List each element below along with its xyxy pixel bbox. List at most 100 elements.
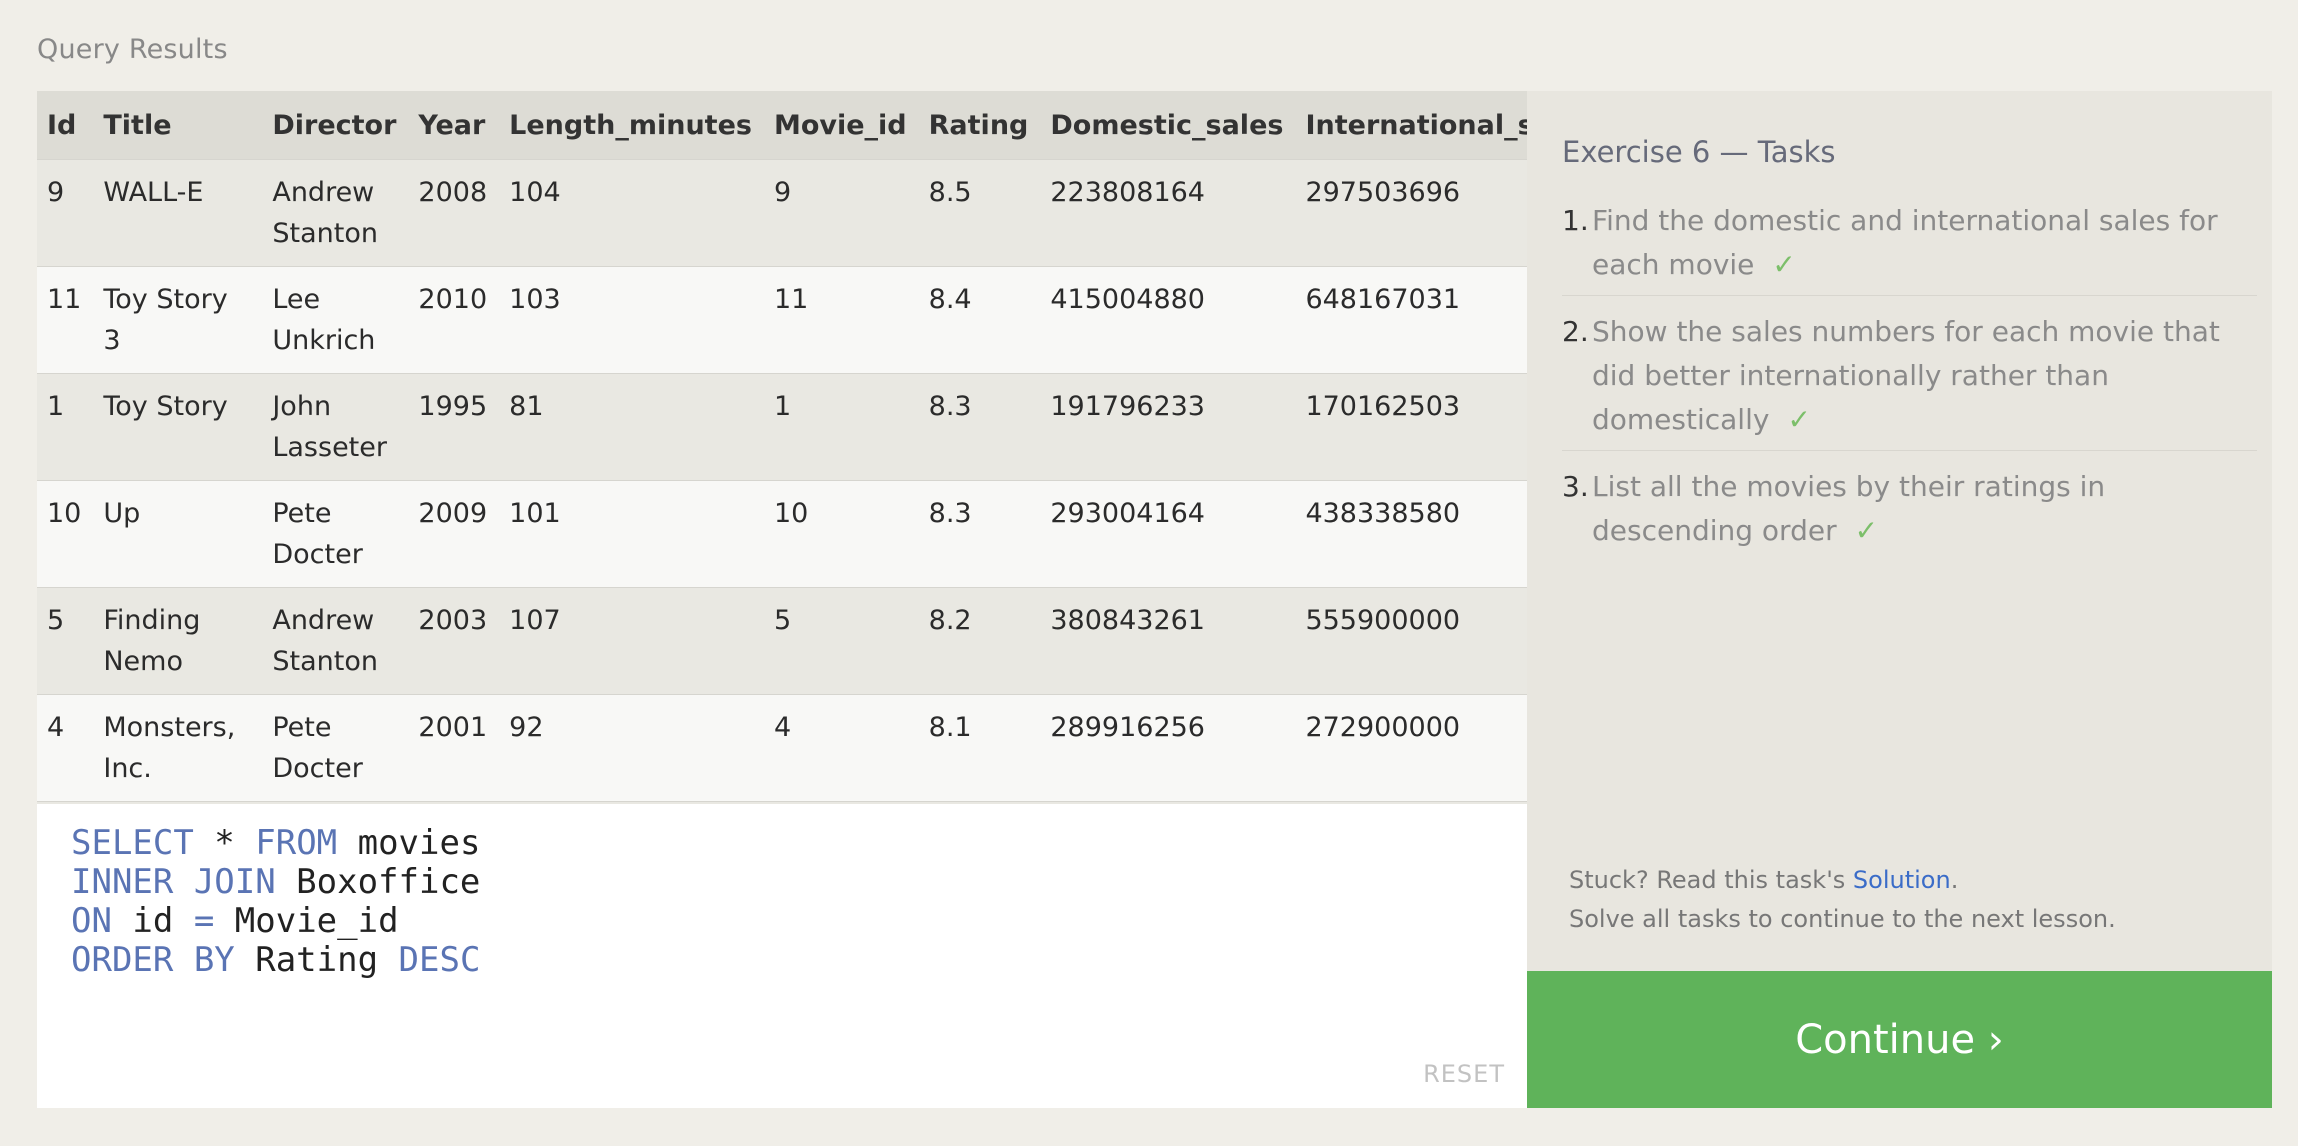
table-row: 9 WALL-E Andrew Stanton 2008 104 9 8.5 22380816… xyxy=(37,159,1527,267)
column-header-length-minutes: Length_minutes xyxy=(499,91,764,160)
task-body: List all the movies by their ratings in … xyxy=(1592,465,2257,553)
cell-domestic-sales: 223808164 xyxy=(1040,159,1296,267)
task-body: Find the domestic and international sale… xyxy=(1592,199,2257,287)
cell-rating: 8.2 xyxy=(918,587,1041,695)
column-header-movie-id: Movie_id xyxy=(763,91,919,160)
task-body: Show the sales numbers for each movie th… xyxy=(1592,310,2257,442)
tasks-panel: Exercise 6 — Tasks 1. Find the domestic a… xyxy=(1527,91,2272,1108)
cell-director: Andrew Stanton xyxy=(262,159,409,267)
code-kw2: FROM xyxy=(255,823,338,863)
cell-length-minutes: 104 xyxy=(499,159,764,267)
column-header-id: Id xyxy=(37,91,94,160)
cell-director: Pete Docter xyxy=(262,480,409,588)
task-number: 3. xyxy=(1562,470,1589,503)
code-kw2: = xyxy=(193,901,215,941)
column-header-domestic-sales: Domestic_sales xyxy=(1040,91,1296,160)
exercise-panel: Id Title Director Year Length_minutes Mo… xyxy=(37,91,2272,1108)
code-kw: ON xyxy=(71,901,112,941)
query-area: Id Title Director Year Length_minutes Mo… xyxy=(37,91,1527,1108)
cell-international-sales: 170162503 xyxy=(1295,373,1527,481)
task-list: 1. Find the domestic and international sa… xyxy=(1562,199,2257,575)
sql-code[interactable]: SELECT * FROM movies INNER JOIN Boxoffice… xyxy=(71,824,480,980)
cell-rating: 8.3 xyxy=(918,373,1041,481)
cell-movie-id: 1 xyxy=(763,373,919,481)
hint-suffix: . xyxy=(1950,866,1959,894)
cell-director: Lee Unkrich xyxy=(262,266,409,374)
task-item: 2. Show the sales numbers for each movie … xyxy=(1562,310,2257,451)
cell-year: 2003 xyxy=(408,587,500,695)
cell-id: 5 xyxy=(37,587,94,695)
cell-international-sales: 297503696 xyxy=(1295,159,1527,267)
results-table-container[interactable]: Id Title Director Year Length_minutes Mo… xyxy=(37,91,1527,804)
cell-id: 11 xyxy=(37,266,94,374)
cell-title: Toy Story xyxy=(93,373,263,481)
cell-id: 1 xyxy=(37,373,94,481)
hint-prefix: Stuck? Read this task's xyxy=(1569,866,1853,894)
cell-international-sales: 555900000 xyxy=(1295,587,1527,695)
code-mid: Rating xyxy=(234,940,399,980)
code-kw: INNER JOIN xyxy=(71,862,276,902)
sql-editor[interactable]: SELECT * FROM movies INNER JOIN Boxoffice… xyxy=(37,804,1527,1108)
cell-international-sales: 648167031 xyxy=(1295,266,1527,374)
reset-button[interactable]: RESET xyxy=(1423,1060,1505,1088)
cell-title: Up xyxy=(93,480,263,588)
cell-length-minutes: 107 xyxy=(499,587,764,695)
column-header-international-sales: International_sales xyxy=(1295,91,1527,160)
tasks-title: Exercise 6 — Tasks xyxy=(1562,135,1836,169)
cell-id: 10 xyxy=(37,480,94,588)
task-text: List all the movies by their ratings in … xyxy=(1592,470,2106,547)
code-line: ORDER BY Rating DESC xyxy=(71,941,480,980)
column-header-rating: Rating xyxy=(918,91,1041,160)
cell-director: Andrew Stanton xyxy=(262,587,409,695)
code-line: ON id = Movie_id xyxy=(71,902,480,941)
hint-text: Stuck? Read this task's Solution. Solve … xyxy=(1569,861,2116,939)
task-number: 1. xyxy=(1562,204,1589,237)
table-row: 4 Monsters, Inc. Pete Docter 2001 92 4 8.1 2899… xyxy=(37,694,1527,802)
task-item: 1. Find the domestic and international sa… xyxy=(1562,199,2257,296)
cell-domestic-sales: 293004164 xyxy=(1040,480,1296,588)
cell-domestic-sales: 289916256 xyxy=(1040,694,1296,802)
column-header-title: Title xyxy=(93,91,263,160)
cell-year: 1995 xyxy=(408,373,500,481)
table-row: 10 Up Pete Docter 2009 101 10 8.3 293004164 4383… xyxy=(37,480,1527,588)
cell-length-minutes: 101 xyxy=(499,480,764,588)
cell-movie-id: 10 xyxy=(763,480,919,588)
code-line: SELECT * FROM movies xyxy=(71,824,480,863)
code-kw2: DESC xyxy=(398,940,481,980)
code-kw: ORDER BY xyxy=(71,940,235,980)
code-rest: Movie_id xyxy=(214,901,399,941)
cell-title: Finding Nemo xyxy=(93,587,263,695)
cell-year: 2010 xyxy=(408,266,500,374)
checkmark-icon: ✓ xyxy=(1854,514,1879,547)
page: Query Results Id Title Director Year Len… xyxy=(0,0,2298,1146)
cell-rating: 8.1 xyxy=(918,694,1041,802)
code-mid: id xyxy=(111,901,194,941)
task-item: 3. List all the movies by their ratings i… xyxy=(1562,465,2257,561)
cell-movie-id: 9 xyxy=(763,159,919,267)
cell-length-minutes: 92 xyxy=(499,694,764,802)
checkmark-icon: ✓ xyxy=(1787,403,1811,436)
cell-domestic-sales: 191796233 xyxy=(1040,373,1296,481)
cell-length-minutes: 81 xyxy=(499,373,764,481)
cell-length-minutes: 103 xyxy=(499,266,764,374)
cell-id: 9 xyxy=(37,159,94,267)
code-line: INNER JOIN Boxoffice xyxy=(71,863,480,902)
cell-domestic-sales: 380843261 xyxy=(1040,587,1296,695)
cell-title: WALL-E xyxy=(93,159,263,267)
task-text: Show the sales numbers for each movie th… xyxy=(1592,315,2220,436)
task-text: Find the domestic and international sale… xyxy=(1592,204,2218,281)
table-row: 5 Finding Nemo Andrew Stanton 2003 107 5 8.2 38… xyxy=(37,587,1527,695)
code-rest: movies xyxy=(337,823,481,863)
cell-rating: 8.5 xyxy=(918,159,1041,267)
cell-domestic-sales: 415004880 xyxy=(1040,266,1296,374)
cell-id: 4 xyxy=(37,694,94,802)
table-row: 1 Toy Story John Lasseter 1995 81 1 8.3 1917962… xyxy=(37,373,1527,481)
task-number: 2. xyxy=(1562,315,1589,348)
code-mid: * xyxy=(193,823,256,863)
cell-movie-id: 5 xyxy=(763,587,919,695)
solution-link[interactable]: Solution xyxy=(1853,866,1951,894)
column-header-director: Director xyxy=(262,91,409,160)
code-mid: Boxoffice xyxy=(275,862,481,902)
continue-button[interactable]: Continue › xyxy=(1527,971,2272,1108)
results-table: Id Title Director Year Length_minutes Mo… xyxy=(37,91,1527,804)
